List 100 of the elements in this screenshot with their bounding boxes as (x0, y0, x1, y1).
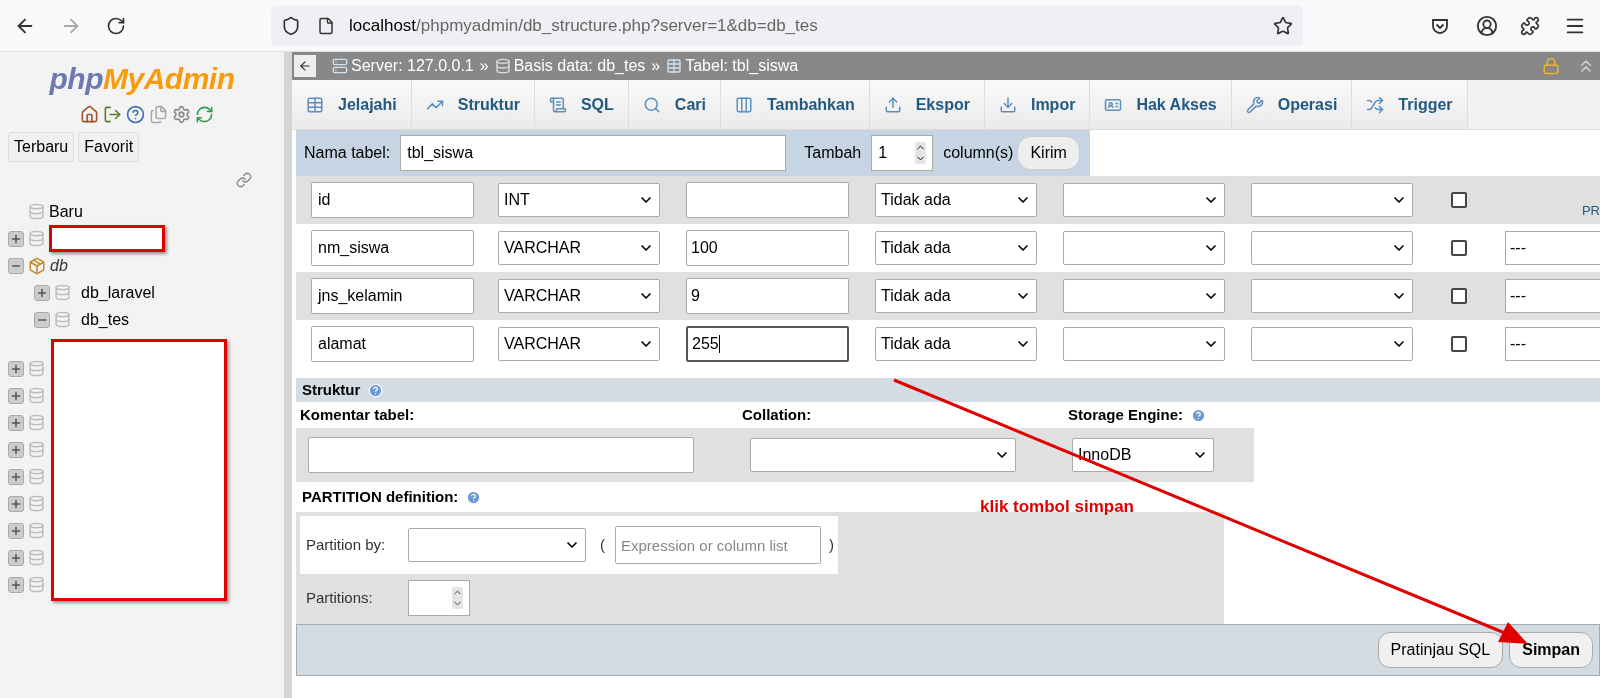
home-icon[interactable] (80, 105, 99, 124)
collapse-icon[interactable] (34, 311, 50, 328)
collapse-sidebar-button[interactable] (294, 55, 316, 77)
section-title: Struktur (302, 379, 361, 400)
database-icon (28, 441, 45, 458)
attributes-select[interactable] (1251, 327, 1413, 361)
length-field[interactable]: 9 (686, 278, 849, 314)
breadcrumb-link[interactable]: Server: 127.0.0.1 (351, 54, 474, 78)
tab[interactable]: Cari (628, 80, 721, 129)
tree-item[interactable]: Baru (49, 199, 83, 224)
address-bar[interactable]: localhost/phpmyadmin/db_structure.php?server=1&db=db_tes (271, 5, 1303, 46)
logout-icon[interactable] (103, 105, 122, 124)
expand-icon[interactable] (8, 441, 24, 458)
breadcrumb-link[interactable]: Basis data: db_tes (513, 54, 646, 78)
submit-button[interactable]: Kirim (1017, 136, 1080, 170)
tree-item[interactable]: db_laravel (81, 280, 155, 305)
tab[interactable]: Hak Akses (1090, 80, 1232, 129)
null-checkbox[interactable] (1451, 336, 1467, 352)
collation-select[interactable] (1063, 183, 1225, 217)
length-field[interactable]: 100 (686, 230, 849, 266)
spinner-arrows-icon[interactable] (915, 142, 927, 164)
account-icon[interactable] (1476, 14, 1498, 37)
tree-item[interactable]: db_tes (81, 307, 130, 332)
length-field[interactable]: 255 (686, 326, 849, 362)
logo[interactable]: phpMyAdmin (49, 56, 235, 101)
column-name-field[interactable]: alamat (311, 326, 474, 362)
expand-icon[interactable] (8, 576, 24, 593)
attributes-select[interactable] (1251, 183, 1413, 217)
expand-icon[interactable] (8, 360, 24, 377)
tab[interactable]: Trigger (1352, 80, 1468, 129)
settings-icon[interactable] (172, 105, 191, 124)
comment-field[interactable] (308, 437, 694, 473)
type-select[interactable]: VARCHAR (498, 279, 660, 313)
collation-select[interactable] (750, 438, 1016, 472)
expand-icon[interactable] (8, 549, 24, 566)
default-select[interactable]: Tidak ada (875, 183, 1037, 217)
type-select[interactable]: INT (498, 183, 660, 217)
tab[interactable]: Operasi (1231, 80, 1353, 129)
spinner-arrows-icon[interactable] (452, 587, 463, 609)
bookmark-star-icon[interactable] (1273, 15, 1293, 36)
null-checkbox[interactable] (1451, 288, 1467, 304)
expand-icon[interactable] (8, 387, 24, 404)
columns-icon (734, 95, 753, 114)
partition-by-select[interactable] (408, 528, 586, 562)
column-name-field[interactable]: nm_siswa (311, 230, 474, 266)
type-select[interactable]: VARCHAR (498, 231, 660, 265)
column-name-field[interactable]: jns_kelamin (311, 278, 474, 314)
breadcrumb-link[interactable]: Tabel: tbl_siswa (685, 54, 799, 78)
type-select[interactable]: VARCHAR (498, 327, 660, 361)
sidebar-button[interactable]: Terbaru (8, 132, 75, 162)
collapse-icon[interactable] (8, 257, 24, 274)
index-select[interactable]: --- (1505, 231, 1600, 265)
add-label: Tambah (804, 143, 862, 163)
extensions-icon[interactable] (1520, 15, 1540, 36)
tab[interactable]: Impor (984, 80, 1091, 129)
column-count-field[interactable]: 1 (871, 135, 934, 171)
storage-engine-select[interactable]: InnoDB (1072, 438, 1214, 472)
expand-icon[interactable] (8, 414, 24, 431)
reload-icon[interactable] (106, 15, 126, 36)
help-icon[interactable] (126, 105, 145, 124)
expand-icon[interactable] (8, 522, 24, 539)
tab[interactable]: Jelajahi (292, 80, 412, 129)
default-select[interactable]: Tidak ada (875, 279, 1037, 313)
breadcrumb-separator: » (651, 56, 661, 76)
expand-icon[interactable] (34, 284, 50, 301)
attributes-select[interactable] (1251, 279, 1413, 313)
tab[interactable]: SQL (534, 80, 629, 129)
null-checkbox[interactable] (1451, 192, 1467, 208)
expand-icon[interactable] (8, 230, 24, 247)
sidebar-button[interactable]: Favorit (78, 132, 140, 162)
collation-select[interactable] (1063, 231, 1225, 265)
null-checkbox[interactable] (1451, 240, 1467, 256)
shield-icon[interactable] (281, 15, 301, 36)
length-field[interactable] (686, 182, 849, 218)
collation-select[interactable] (1063, 279, 1225, 313)
shuffle-icon (1366, 95, 1385, 114)
partitions-field[interactable] (408, 580, 470, 616)
attributes-select[interactable] (1251, 231, 1413, 265)
expand-icon[interactable] (8, 495, 24, 512)
link-icon[interactable] (236, 172, 252, 188)
primary-key-link[interactable]: PR (1581, 200, 1600, 220)
expand-icon[interactable] (8, 468, 24, 485)
tree-group-label[interactable]: db (50, 253, 68, 278)
database-icon (54, 311, 71, 328)
comment-label: Komentar tabel: (299, 404, 416, 425)
column-name-field[interactable]: id (311, 182, 474, 218)
save-button[interactable]: Simpan (1509, 632, 1593, 668)
collation-select[interactable] (1063, 327, 1225, 361)
expression-field[interactable]: Expression or column list (615, 526, 821, 564)
database-icon (28, 414, 45, 431)
tab[interactable]: Struktur (411, 80, 535, 129)
tab[interactable]: Ekspor (869, 80, 985, 129)
index-select[interactable]: --- (1505, 327, 1600, 361)
index-select[interactable]: --- (1505, 279, 1600, 313)
default-select[interactable]: Tidak ada (875, 231, 1037, 265)
default-select[interactable]: Tidak ada (875, 327, 1037, 361)
table-name-field[interactable]: tbl_siswa (400, 135, 787, 171)
tab[interactable]: Tambahkan (720, 80, 870, 129)
scroll-icon (548, 95, 567, 114)
preview-sql-button[interactable]: Pratinjau SQL (1377, 632, 1504, 668)
